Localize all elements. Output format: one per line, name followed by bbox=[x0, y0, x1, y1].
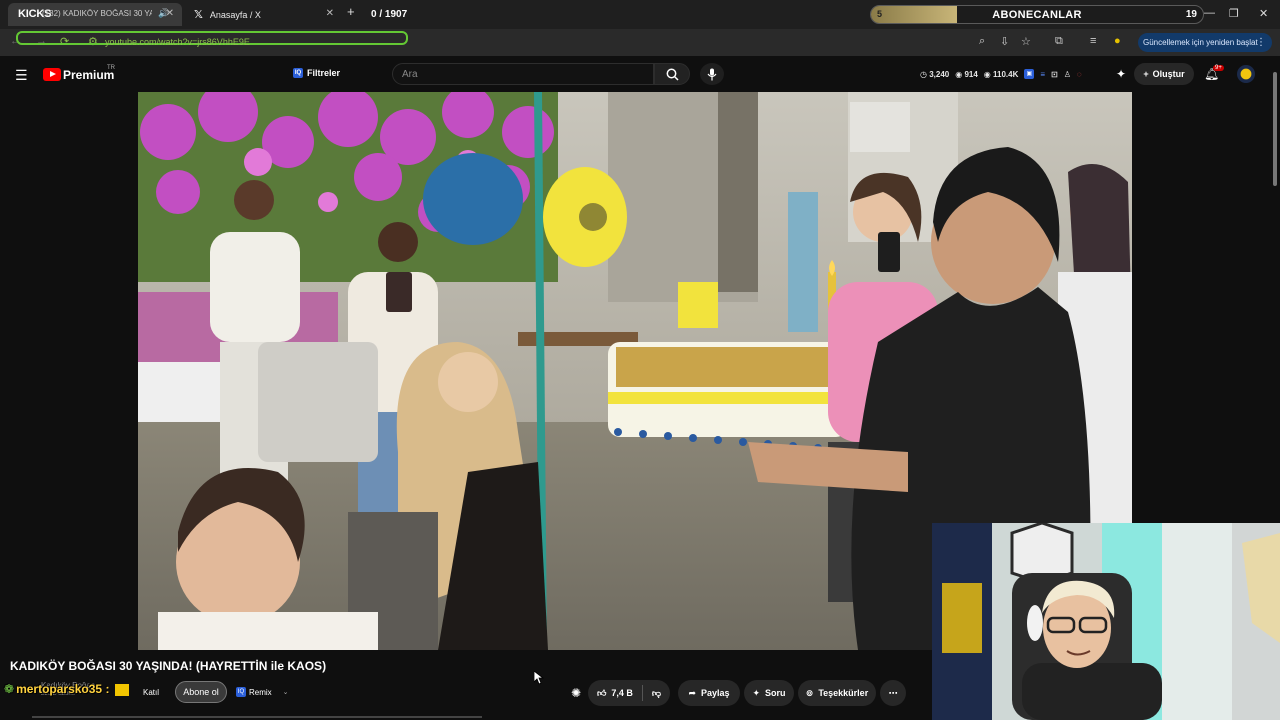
chevron-down-icon: ⌄ bbox=[282, 689, 289, 696]
close-window-button[interactable]: ✕ bbox=[1259, 7, 1268, 20]
menu-icon[interactable]: ☰ bbox=[15, 67, 28, 84]
subscribe-button[interactable]: Abone ol bbox=[175, 681, 227, 703]
bookmark-star-icon[interactable]: ☆ bbox=[1021, 35, 1031, 48]
tab-x-home[interactable]: 𝕏 Anasayfa / X ✕ bbox=[186, 3, 342, 26]
thanks-button[interactable]: ⊚ Teşekkürler bbox=[798, 680, 876, 706]
activity-icon[interactable]: ✦ bbox=[1116, 67, 1126, 81]
share-icon: ➦ bbox=[688, 687, 696, 698]
tab-youtube-video[interactable]: KICKS (182) KADIKÖY BOĞASI 30 YAŞINDA 🔊 … bbox=[8, 3, 182, 26]
ask-button[interactable]: ✦ Soru bbox=[744, 680, 794, 706]
zoom-icon[interactable]: ⌕ bbox=[979, 35, 985, 48]
share-button[interactable]: ➦ Paylaş bbox=[678, 680, 740, 706]
description-separator bbox=[32, 716, 482, 718]
thanks-icon: ⊚ bbox=[805, 687, 814, 698]
extensions-icon[interactable]: ⧉ bbox=[1055, 35, 1063, 48]
update-restart-button[interactable]: Güncellemek için yeniden başlat ⋮ bbox=[1138, 33, 1272, 52]
like-count[interactable]: 7,4 B bbox=[611, 688, 633, 698]
media-control-icon[interactable]: ≡ bbox=[1090, 35, 1096, 47]
create-button[interactable]: + Oluştur bbox=[1134, 63, 1194, 85]
create-label: Oluştur bbox=[1152, 69, 1185, 79]
youtube-logo-icon[interactable] bbox=[43, 68, 61, 81]
like-dislike-group: 👍︎ 7,4 B 👎︎ bbox=[588, 680, 670, 706]
search-input[interactable] bbox=[392, 63, 654, 85]
browser-menu-icon[interactable]: ⋮ bbox=[1256, 37, 1266, 48]
youtube-header: ☰ Premium TR IQ Filtreler ◷ 3,240 ◉ 914 … bbox=[0, 56, 1280, 92]
profile-icon[interactable]: ● bbox=[1114, 35, 1121, 47]
subscriber-goal-bar: 5 ABONECANLAR 19 bbox=[870, 5, 1204, 24]
restore-button[interactable]: ❐ bbox=[1229, 7, 1239, 20]
overlay-username: mertoparsko35 bbox=[16, 682, 103, 696]
filters-icon: IQ bbox=[293, 68, 303, 78]
remix-button[interactable]: IQ Remix ⌄ bbox=[236, 684, 296, 700]
url-field[interactable]: youtube.com/watch?v=jrs86VhhE9E bbox=[105, 37, 250, 47]
sparkle-button[interactable]: ✺ bbox=[565, 680, 587, 706]
overlay-separator: : bbox=[105, 682, 110, 696]
user-icon[interactable]: ♙ bbox=[1064, 70, 1071, 79]
address-bar: ← → ⟳ ⚙ youtube.com/watch?v=jrs86VhhE9E … bbox=[0, 29, 1280, 56]
search-button[interactable] bbox=[654, 63, 690, 85]
thanks-label: Teşekkürler bbox=[818, 688, 869, 698]
webcam-frame bbox=[932, 523, 1280, 720]
stream-chat-overlay: ❁ mertoparsko35 : bbox=[4, 682, 129, 696]
ask-label: Soru bbox=[765, 688, 786, 698]
filters-label: Filtreler bbox=[307, 68, 341, 78]
extension-stats: ◷ 3,240 ◉ 914 ◉ 110.4K ▣ ≡ ⊡ ♙ ◌ bbox=[920, 69, 1082, 79]
overlay-emote-icon bbox=[114, 683, 129, 696]
list-icon[interactable]: ≡ bbox=[1040, 70, 1045, 79]
plus-icon: + bbox=[1143, 69, 1149, 79]
notification-badge: 9+ bbox=[1213, 65, 1224, 71]
browser-tab-bar: ⌄ KICKS (182) KADIKÖY BOĞASI 30 YAŞINDA … bbox=[0, 0, 1280, 29]
page-scrollbar[interactable] bbox=[1272, 66, 1278, 720]
voice-search-button[interactable] bbox=[700, 63, 724, 85]
overlay-badge-icon: ❁ bbox=[4, 682, 15, 696]
x-logo-icon: 𝕏 bbox=[194, 9, 203, 21]
goal-label: ABONECANLAR bbox=[992, 9, 1082, 21]
new-tab-button[interactable]: + bbox=[347, 4, 355, 19]
like-divider bbox=[641, 685, 643, 701]
minimize-button[interactable]: — bbox=[1204, 7, 1215, 19]
sparkle-icon: ✺ bbox=[570, 686, 582, 700]
remix-label: Remix bbox=[249, 687, 272, 697]
cast-icon[interactable]: ⊡ bbox=[1051, 70, 1058, 79]
region-code: TR bbox=[107, 65, 115, 71]
watching-stat: ◉ 914 bbox=[955, 69, 978, 79]
tab-title: (182) KADIKÖY BOĞASI 30 YAŞINDA bbox=[42, 9, 152, 18]
mic-icon bbox=[707, 68, 717, 80]
search-icon bbox=[666, 68, 679, 81]
filters-button[interactable]: IQ Filtreler bbox=[293, 68, 340, 78]
alert-icon[interactable]: ◌ bbox=[1077, 70, 1082, 79]
subs-stat: ◉ 110.4K bbox=[983, 69, 1019, 79]
streamer-webcam bbox=[932, 523, 1280, 720]
extension-icon[interactable]: ▣ bbox=[1024, 69, 1035, 79]
scrollbar-thumb[interactable] bbox=[1273, 72, 1277, 186]
stream-counter: 0 / 1907 bbox=[371, 9, 408, 20]
install-app-icon[interactable]: ⇩ bbox=[1000, 35, 1009, 48]
update-label: Güncellemek için yeniden başlat bbox=[1143, 38, 1258, 47]
join-button[interactable]: Katıl bbox=[137, 684, 165, 700]
remix-badge-icon: IQ bbox=[236, 687, 246, 697]
tab-close-icon[interactable]: ✕ bbox=[326, 8, 334, 19]
ask-sparkle-icon: ✦ bbox=[752, 687, 761, 698]
dislike-icon[interactable]: 👎︎ bbox=[652, 688, 661, 699]
tab-title: Anasayfa / X bbox=[209, 9, 261, 20]
video-title: KADIKÖY BOĞASI 30 YAŞINDA! (HAYRETTİN il… bbox=[10, 659, 327, 673]
goal-end-value: 19 bbox=[1185, 9, 1197, 20]
views-stat: ◷ 3,240 bbox=[920, 69, 950, 79]
like-icon[interactable]: 👍︎ bbox=[597, 688, 606, 699]
tab-close-icon[interactable]: ✕ bbox=[166, 8, 174, 19]
more-actions-button[interactable]: ⋯ bbox=[880, 680, 906, 706]
share-label: Paylaş bbox=[701, 688, 730, 698]
account-avatar[interactable] bbox=[1237, 65, 1255, 83]
